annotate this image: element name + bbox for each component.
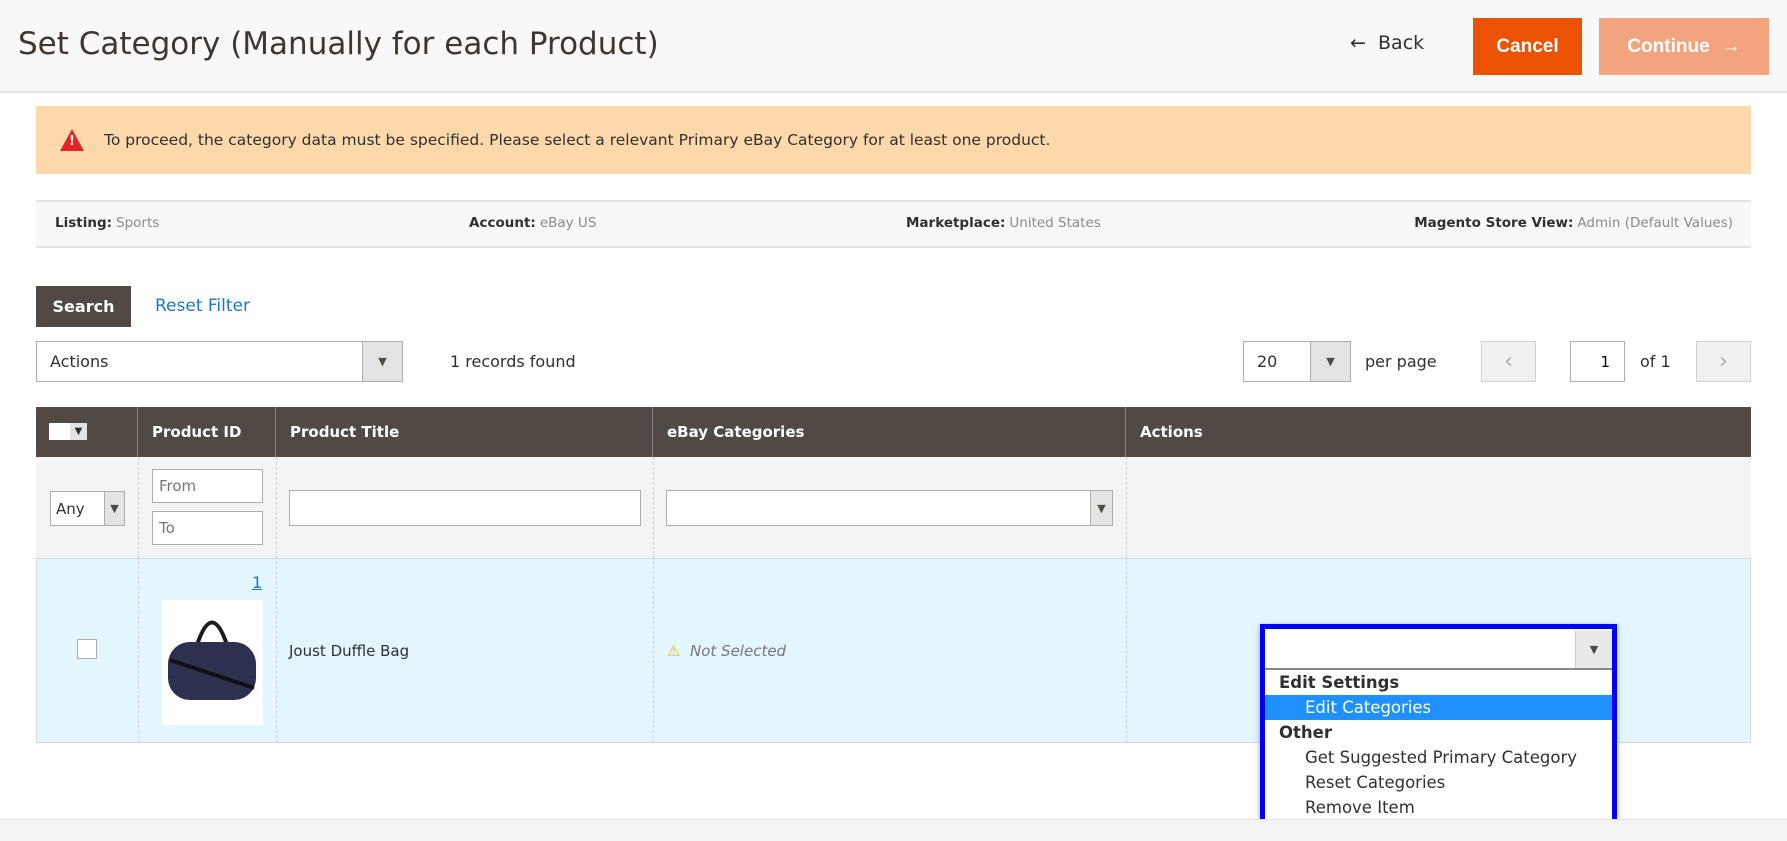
row-checkbox[interactable]: [77, 639, 97, 659]
search-button[interactable]: Search: [36, 286, 131, 327]
page-footer: [0, 819, 1787, 841]
page-title: Set Category (Manually for each Product): [18, 26, 659, 62]
column-header-ebay-categories[interactable]: eBay Categories: [653, 407, 1126, 457]
arrow-right-icon: →: [1721, 35, 1741, 57]
product-id-link[interactable]: 1: [252, 573, 262, 592]
total-pages: of 1: [1640, 352, 1671, 371]
ebay-category-status: ⚠ Not Selected: [667, 642, 787, 660]
mass-select-checkbox[interactable]: ▼: [49, 423, 87, 440]
product-thumbnail: [162, 600, 263, 725]
per-page-select[interactable]: 20 ▼: [1243, 341, 1351, 382]
option-get-suggested-primary-category[interactable]: Get Suggested Primary Category: [1265, 745, 1612, 770]
chevron-right-icon: ›: [1719, 349, 1728, 374]
column-header-actions: Actions: [1126, 407, 1751, 457]
option-group-other: Other: [1279, 723, 1332, 742]
chevron-left-icon: ‹: [1504, 349, 1513, 374]
warning-icon: !: [60, 129, 84, 151]
column-header-product-id[interactable]: Product ID: [138, 407, 276, 457]
product-title-filter-input[interactable]: [289, 490, 641, 526]
previous-page-button[interactable]: ‹: [1481, 341, 1536, 382]
warning-icon: ⚠: [667, 642, 681, 660]
page-number-input[interactable]: [1570, 341, 1625, 382]
info-account: Account: eBay US: [469, 215, 597, 231]
duffle-bag-image: [168, 620, 256, 700]
ebay-categories-filter-select[interactable]: ▼: [666, 490, 1113, 526]
row-actions-select[interactable]: ▼: [1265, 629, 1612, 670]
option-group-edit-settings: Edit Settings: [1279, 673, 1400, 692]
option-edit-categories[interactable]: Edit Categories: [1265, 695, 1612, 720]
records-found: 1 records found: [450, 352, 576, 371]
chevron-down-icon: ▼: [1575, 631, 1612, 668]
chevron-down-icon: ▼: [362, 342, 402, 381]
product-id-to-input[interactable]: [152, 511, 263, 545]
cancel-button[interactable]: Cancel: [1473, 18, 1582, 75]
option-remove-item[interactable]: Remove Item: [1265, 795, 1612, 820]
chevron-down-icon: ▼: [1090, 491, 1112, 525]
product-title: Joust Duffle Bag: [289, 642, 410, 660]
chevron-down-icon: ▼: [1310, 342, 1350, 381]
next-page-button[interactable]: ›: [1696, 341, 1751, 382]
chevron-down-icon: ▼: [104, 492, 124, 525]
info-marketplace: Marketplace: United States: [906, 215, 1101, 231]
mass-select-filter[interactable]: Any ▼: [50, 491, 125, 526]
arrow-left-icon: ←: [1350, 32, 1366, 54]
continue-button[interactable]: Continue →: [1599, 18, 1769, 75]
reset-filter-link[interactable]: Reset Filter: [155, 296, 250, 316]
column-header-product-title[interactable]: Product Title: [276, 407, 653, 457]
per-page-label: per page: [1365, 352, 1437, 371]
chevron-down-icon: ▼: [70, 423, 87, 440]
listing-info-bar: Listing: Sports Account: eBay US Marketpla…: [36, 200, 1751, 248]
mass-select-header[interactable]: ▼: [36, 407, 138, 457]
option-reset-categories[interactable]: Reset Categories: [1265, 770, 1612, 795]
mass-actions-select[interactable]: Actions ▼: [36, 341, 403, 382]
row-actions-dropdown[interactable]: ▼ Edit Settings Edit Categories Other Ge…: [1260, 624, 1617, 827]
product-id-from-input[interactable]: [152, 469, 263, 503]
warning-message: ! To proceed, the category data must be …: [36, 106, 1751, 174]
info-listing: Listing: Sports: [55, 215, 160, 231]
back-button[interactable]: ← Back: [1350, 32, 1424, 54]
info-store-view: Magento Store View: Admin (Default Values…: [1414, 215, 1733, 231]
